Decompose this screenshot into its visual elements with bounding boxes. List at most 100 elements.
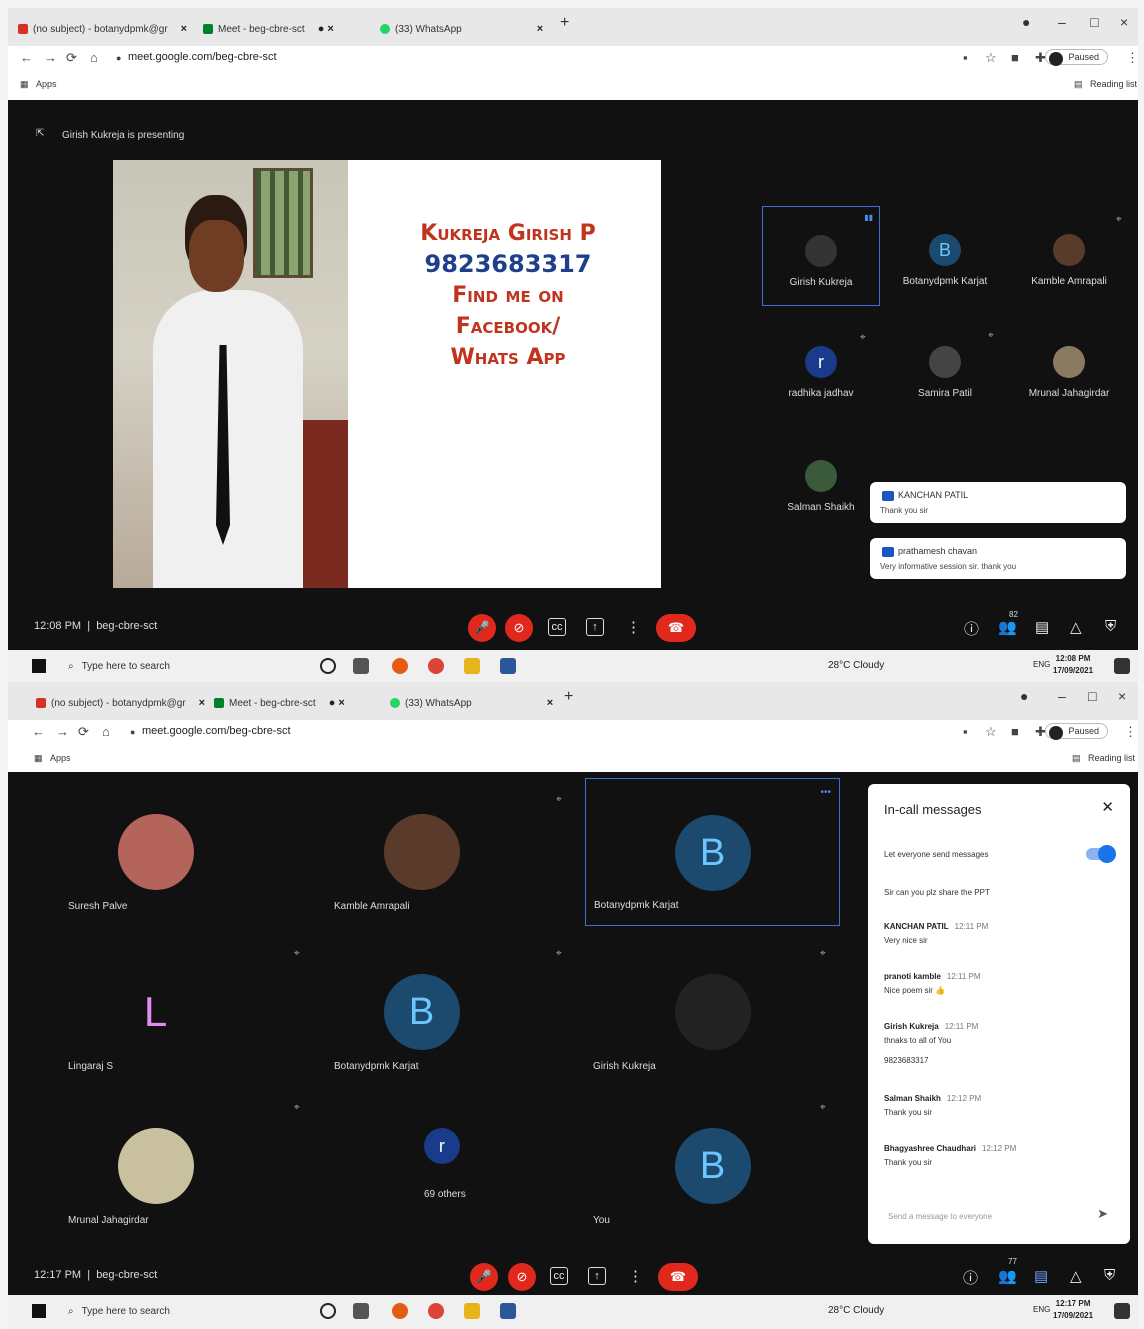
firefox-icon[interactable]: [392, 658, 408, 674]
taskbar-search[interactable]: ⌕ Type here to search: [60, 1300, 300, 1322]
participant-tile[interactable]: Salman Shaikh: [762, 432, 880, 532]
reload-icon[interactable]: ⟳: [66, 50, 77, 66]
home-icon[interactable]: ⌂: [102, 724, 110, 739]
people-icon[interactable]: 👥: [998, 618, 1017, 636]
close-window-icon[interactable]: ×: [1120, 14, 1128, 30]
language-indicator[interactable]: ENG: [1033, 660, 1050, 669]
new-tab-icon[interactable]: +: [564, 688, 573, 706]
leave-call-button[interactable]: ☎: [658, 1263, 698, 1291]
host-controls-icon[interactable]: ⛨: [1105, 618, 1116, 635]
reading-list-icon[interactable]: ▤: [1072, 753, 1081, 764]
camera-off-button[interactable]: ⊘: [505, 614, 533, 642]
taskbar-clock[interactable]: 12:17 PM 17/09/2021: [1053, 1298, 1093, 1322]
url-field[interactable]: meet.google.com/beg-cbre-sct: [128, 51, 277, 63]
participant-tile[interactable]: B You: [585, 1092, 840, 1240]
tab-meet[interactable]: Meet - beg-cbre-sct ● ×: [214, 692, 345, 714]
reading-list-link[interactable]: Reading list: [1088, 753, 1135, 763]
language-indicator[interactable]: ENG: [1033, 1305, 1050, 1314]
activities-icon[interactable]: △: [1070, 618, 1082, 636]
file-explorer-icon[interactable]: [464, 1303, 480, 1319]
notifications-icon[interactable]: [1114, 658, 1130, 674]
participant-tile[interactable]: r 69 others: [294, 1092, 549, 1240]
tab-whatsapp[interactable]: (33) WhatsApp ×: [390, 692, 553, 714]
allow-messages-toggle[interactable]: [1086, 845, 1116, 863]
extension-icon[interactable]: ■: [1011, 50, 1019, 65]
participant-tile[interactable]: Samira Patil: [886, 318, 1004, 418]
new-tab-icon[interactable]: +: [560, 14, 569, 32]
apps-link[interactable]: Apps: [36, 79, 57, 89]
word-icon[interactable]: [500, 1303, 516, 1319]
participant-tile[interactable]: L Lingaraj S: [28, 938, 283, 1086]
host-controls-icon[interactable]: ⛨: [1104, 1267, 1115, 1284]
home-icon[interactable]: ⌂: [90, 50, 98, 65]
profile-paused-button[interactable]: Paused: [1045, 49, 1108, 66]
close-icon[interactable]: ×: [537, 23, 543, 35]
star-icon[interactable]: ☆: [985, 724, 997, 740]
participant-tile[interactable]: ••• B Botanydpmk Karjat: [585, 778, 840, 926]
participant-tile[interactable]: Mrunal Jahagirdar: [1010, 318, 1128, 418]
participant-tile[interactable]: Mrunal Jahagirdar: [28, 1092, 283, 1240]
apps-icon[interactable]: ▦: [20, 79, 29, 90]
participant-tile[interactable]: B Botanydpmk Karjat: [294, 938, 549, 1086]
apps-icon[interactable]: ▦: [34, 753, 43, 764]
tab-gmail[interactable]: (no subject) - botanydpmk@gr ×: [36, 692, 205, 714]
menu-icon[interactable]: ⋮: [1126, 50, 1138, 66]
chrome-icon[interactable]: [428, 658, 444, 674]
tab-whatsapp[interactable]: (33) WhatsApp ×: [380, 18, 543, 40]
present-button[interactable]: ↑: [588, 1267, 606, 1285]
pin-icon[interactable]: ⌖: [556, 794, 562, 805]
profile-paused-button[interactable]: Paused: [1045, 723, 1108, 740]
reload-icon[interactable]: ⟳: [78, 724, 89, 740]
pin-icon[interactable]: ⌖: [294, 948, 300, 959]
pin-icon[interactable]: ⌖: [860, 332, 866, 343]
windows-start-icon[interactable]: [32, 659, 46, 673]
pin-icon[interactable]: ⌖: [1116, 214, 1122, 225]
chat-icon[interactable]: ▤: [1034, 1267, 1048, 1285]
more-options-icon[interactable]: ⋮: [628, 1267, 643, 1285]
close-window-icon[interactable]: ×: [1118, 688, 1126, 704]
task-view-icon[interactable]: [353, 1303, 369, 1319]
menu-icon[interactable]: ⋮: [1124, 724, 1137, 740]
file-explorer-icon[interactable]: [464, 658, 480, 674]
tab-gmail[interactable]: (no subject) - botanydpmk@gr ×: [18, 18, 187, 40]
windows-start-icon[interactable]: [32, 1304, 46, 1318]
maximize-icon[interactable]: □: [1088, 688, 1096, 704]
info-icon[interactable]: ⓘ: [963, 1267, 978, 1288]
puzzle-icon[interactable]: ✚: [1035, 50, 1046, 66]
url-field[interactable]: meet.google.com/beg-cbre-sct: [142, 725, 291, 737]
weather-widget[interactable]: 28°C Cloudy: [828, 1305, 884, 1316]
back-icon[interactable]: ←: [32, 724, 45, 739]
camera-off-button[interactable]: ⊘: [508, 1263, 536, 1291]
star-icon[interactable]: ☆: [985, 50, 997, 66]
notifications-icon[interactable]: [1114, 1303, 1130, 1319]
reading-list-icon[interactable]: ▤: [1074, 79, 1083, 90]
chat-notification[interactable]: KANCHAN PATIL Thank you sir: [870, 482, 1126, 523]
people-icon[interactable]: 👥: [998, 1267, 1017, 1285]
participant-tile[interactable]: ▮▮ Girish Kukreja: [762, 206, 880, 306]
forward-icon[interactable]: →: [56, 724, 69, 739]
puzzle-icon[interactable]: ✚: [1035, 724, 1046, 740]
cortana-icon[interactable]: [320, 1303, 336, 1319]
participant-tile[interactable]: Suresh Palve: [28, 778, 283, 926]
pin-icon[interactable]: ⌖: [556, 948, 562, 959]
participant-tile[interactable]: B Botanydpmk Karjat: [886, 206, 1004, 306]
captions-button[interactable]: cc: [550, 1267, 568, 1285]
minimize-icon[interactable]: –: [1058, 688, 1066, 704]
camera-icon[interactable]: ▪: [963, 50, 968, 65]
info-icon[interactable]: ⓘ: [964, 618, 979, 639]
pin-icon[interactable]: ⌖: [988, 330, 994, 341]
chat-notification[interactable]: prathamesh chavan Very informative sessi…: [870, 538, 1126, 579]
firefox-icon[interactable]: [392, 1303, 408, 1319]
maximize-icon[interactable]: □: [1090, 14, 1098, 30]
leave-call-button[interactable]: ☎: [656, 614, 696, 642]
more-dots-icon[interactable]: •••: [820, 787, 831, 798]
weather-widget[interactable]: 28°C Cloudy: [828, 660, 884, 671]
present-button[interactable]: ↑: [586, 618, 604, 636]
participant-tile[interactable]: Girish Kukreja: [585, 938, 840, 1086]
back-icon[interactable]: ←: [20, 50, 33, 65]
participant-tile[interactable]: Kamble Amrapali: [294, 778, 549, 926]
close-icon[interactable]: ×: [547, 697, 553, 709]
more-options-icon[interactable]: ⋮: [626, 618, 641, 636]
close-icon[interactable]: ● ×: [318, 23, 334, 35]
mic-off-button[interactable]: 🎤: [468, 614, 496, 642]
